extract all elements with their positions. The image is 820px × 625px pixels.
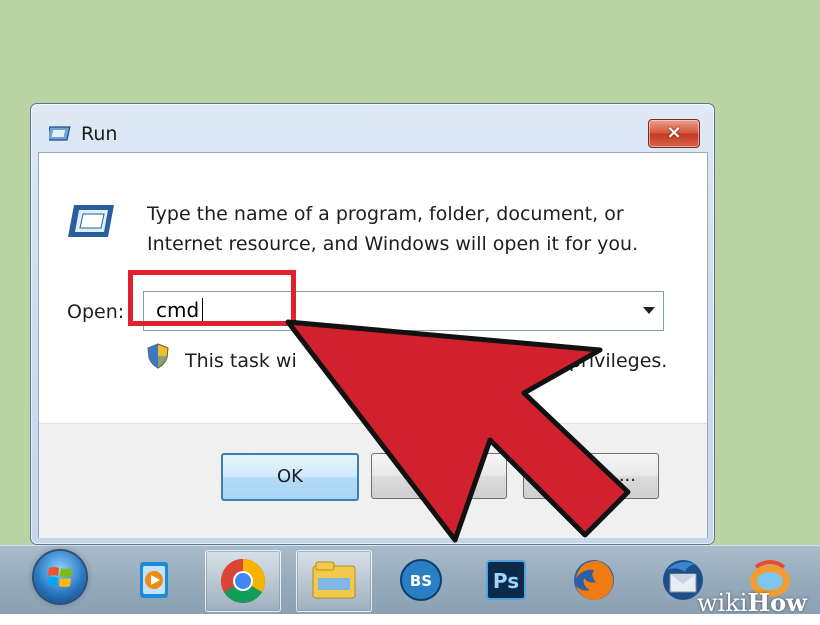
watermark-wiki: wiki: [697, 589, 748, 617]
pointer-arrow: [285, 319, 631, 543]
wikihow-watermark: wikiHow: [697, 588, 807, 617]
watermark-how: How: [747, 588, 807, 617]
